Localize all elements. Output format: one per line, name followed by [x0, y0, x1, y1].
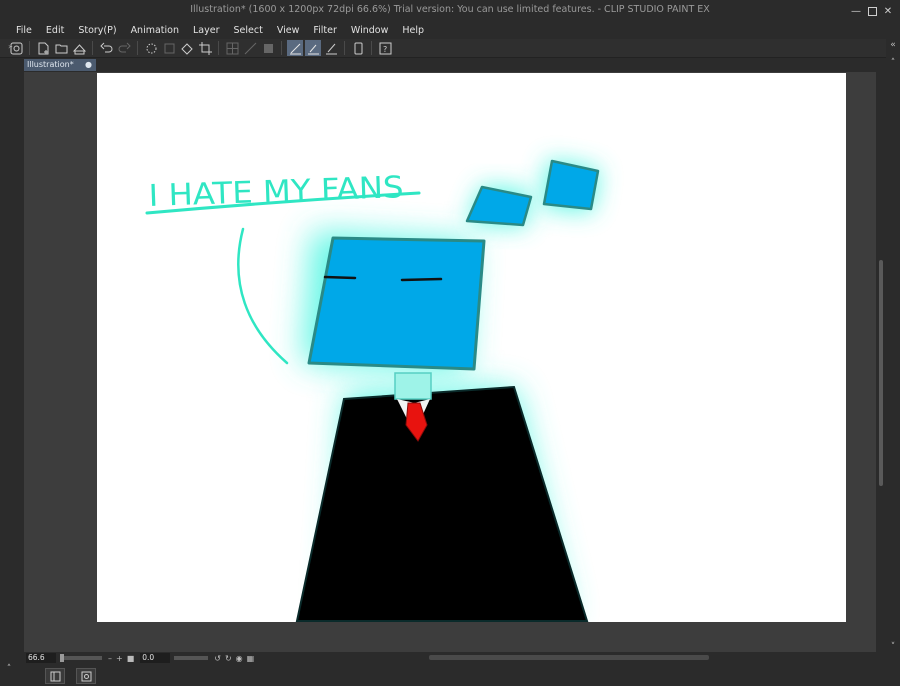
chevron-up-icon[interactable]: ˄ — [886, 58, 900, 68]
crop-icon[interactable] — [197, 40, 213, 56]
speech-tail — [237, 227, 289, 365]
smartphone-icon[interactable] — [350, 40, 366, 56]
drawing-canvas[interactable]: I HATE MY FANS — [97, 73, 846, 622]
left-dock — [0, 72, 24, 650]
save-icon[interactable] — [71, 40, 87, 56]
svg-text:?: ? — [383, 45, 387, 54]
close-icon[interactable]: ✕ — [880, 2, 896, 20]
snap-grid-icon[interactable] — [323, 40, 339, 56]
menu-filter[interactable]: Filter — [309, 22, 345, 39]
minimize-icon[interactable]: — — [848, 2, 864, 20]
window-controls: — ✕ — [848, 2, 896, 20]
head — [307, 236, 486, 371]
collapse-right-icon[interactable]: « — [886, 40, 900, 50]
navigator-icon[interactable] — [76, 668, 96, 684]
collapse-left-icon[interactable]: » — [8, 42, 13, 51]
reset-rotation-icon[interactable]: ◉ — [236, 654, 243, 663]
thought-bubble-large — [542, 159, 600, 211]
undo-icon[interactable] — [98, 40, 114, 56]
right-dock: « ˄ ˅ — [886, 22, 900, 686]
menu-animation[interactable]: Animation — [127, 22, 187, 39]
toolbar-divider — [281, 41, 282, 55]
menu-help[interactable]: Help — [398, 22, 432, 39]
zoom-in-icon[interactable]: + — [116, 654, 123, 663]
angle-field[interactable]: 0.0 — [140, 653, 171, 663]
ruler-edit-icon[interactable] — [260, 40, 276, 56]
snap-ruler-icon[interactable] — [287, 40, 303, 56]
command-bar: ? — [0, 39, 900, 58]
zoom-field[interactable]: 66.6 — [26, 653, 56, 663]
menu-edit[interactable]: Edit — [42, 22, 72, 39]
document-tab-label: Illustration* — [27, 60, 74, 69]
open-icon[interactable] — [53, 40, 69, 56]
grid-icon[interactable] — [224, 40, 240, 56]
right-eye — [400, 277, 443, 282]
window-title: Illustration* (1600 x 1200px 72dpi 66.6%… — [190, 4, 710, 15]
new-icon[interactable] — [35, 40, 51, 56]
menu-layer[interactable]: Layer — [189, 22, 228, 39]
fit-icon[interactable]: ■ — [127, 654, 135, 663]
document-tab[interactable]: Illustration* ● — [24, 59, 96, 71]
menu-window[interactable]: Window — [347, 22, 396, 39]
suit — [295, 385, 589, 622]
toolbar-divider — [29, 41, 30, 55]
maximize-icon[interactable] — [864, 2, 880, 20]
toolbar-divider — [371, 41, 372, 55]
help-icon[interactable]: ? — [377, 40, 393, 56]
horizontal-scroll-thumb[interactable] — [429, 655, 709, 660]
menu-file[interactable]: File — [12, 22, 40, 39]
menu-story[interactable]: Story(P) — [74, 22, 124, 39]
bottom-bar: ˄ — [0, 664, 900, 686]
toolbar-divider — [92, 41, 93, 55]
menu-select[interactable]: Select — [230, 22, 271, 39]
document-tab-bar: Illustration* ● — [0, 58, 900, 72]
left-eye — [323, 275, 357, 280]
speech-text: I HATE MY FANS — [148, 170, 404, 214]
toolbar-divider — [344, 41, 345, 55]
ruler-icon[interactable] — [242, 40, 258, 56]
title-bar: Illustration* (1600 x 1200px 72dpi 66.6%… — [0, 0, 900, 22]
vertical-scroll-thumb[interactable] — [879, 260, 883, 486]
neck — [394, 372, 432, 400]
snap-special-ruler-icon[interactable] — [305, 40, 321, 56]
zoom-slider-knob[interactable] — [60, 654, 64, 662]
collapse-up-icon[interactable]: ˄ — [2, 664, 16, 674]
angle-slider[interactable] — [174, 656, 209, 660]
fill-icon[interactable] — [179, 40, 195, 56]
rotate-left-icon[interactable]: ↺ — [214, 654, 221, 663]
flip-icon[interactable]: ▦ — [247, 654, 255, 663]
tab-close-icon[interactable]: ● — [85, 59, 92, 71]
menu-bar: File Edit Story(P) Animation Layer Selec… — [0, 22, 900, 39]
toolbar-divider — [137, 41, 138, 55]
drawing: I HATE MY FANS — [145, 159, 600, 622]
menu-view[interactable]: View — [273, 22, 308, 39]
vertical-scrollbar[interactable] — [876, 72, 886, 652]
chevron-down-icon[interactable]: ˅ — [886, 642, 900, 652]
zoom-slider[interactable] — [60, 654, 102, 662]
loading-icon[interactable] — [143, 40, 159, 56]
rotate-right-icon[interactable]: ↻ — [225, 654, 232, 663]
zoom-out-icon[interactable]: – — [108, 654, 112, 663]
transform-icon[interactable] — [161, 40, 177, 56]
status-bar: 66.6 – + ■ 0.0 ↺ ↻ ◉ ▦ — [24, 652, 886, 664]
layer-panel-icon[interactable] — [45, 668, 65, 684]
redo-icon[interactable] — [116, 40, 132, 56]
toolbar-divider — [218, 41, 219, 55]
